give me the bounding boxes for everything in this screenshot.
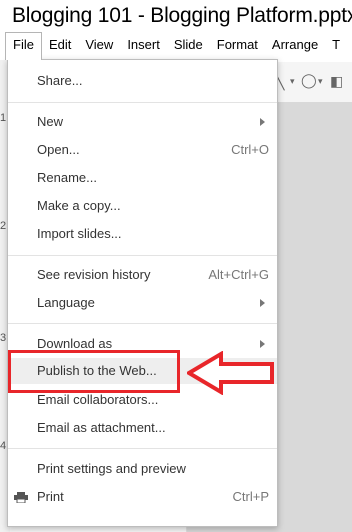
fill-color-icon[interactable]: ◧ xyxy=(330,73,343,90)
menu-item-label: Rename... xyxy=(37,170,97,185)
menu-format[interactable]: Format xyxy=(210,33,265,59)
menu-insert[interactable]: Insert xyxy=(120,33,167,59)
menu-separator xyxy=(8,102,277,103)
menu-item-label: Language xyxy=(37,295,95,310)
menu-separator xyxy=(8,255,277,256)
submenu-arrow-icon xyxy=(260,118,265,126)
dropdown-arrow-icon[interactable]: ▾ xyxy=(290,76,295,87)
menu-item-revision-history[interactable]: See revision history Alt+Ctrl+G xyxy=(8,262,277,288)
menu-item-print[interactable]: Print Ctrl+P xyxy=(8,484,277,510)
menu-item-label: Print xyxy=(37,489,64,504)
printer-icon xyxy=(14,492,28,503)
menu-item-shortcut: Alt+Ctrl+G xyxy=(208,267,269,282)
menu-item-print-settings[interactable]: Print settings and preview xyxy=(8,456,277,482)
menu-item-label: Open... xyxy=(37,142,80,157)
ruler-number: 3 xyxy=(0,332,7,344)
dropdown-arrow-icon[interactable]: ▾ xyxy=(318,76,323,87)
highlight-box-annotation xyxy=(8,350,180,393)
document-title[interactable]: Blogging 101 - Blogging Platform.pptx xyxy=(12,4,352,28)
ruler-number: 1 xyxy=(0,112,7,124)
shape-tool-icon[interactable]: ◯ xyxy=(301,72,317,89)
menu-item-import-slides[interactable]: Import slides... xyxy=(8,221,277,247)
ruler-number: 2 xyxy=(0,220,7,232)
menu-item-label: Import slides... xyxy=(37,226,122,241)
file-menu-dropdown: Share... New Open... Ctrl+O Rename... Ma… xyxy=(7,59,278,527)
menu-item-label: Share... xyxy=(37,73,83,88)
menu-item-label: New xyxy=(37,114,64,129)
menubar: File Edit View Insert Slide Format Arran… xyxy=(0,32,352,60)
menu-tools-truncated[interactable]: T xyxy=(325,33,347,59)
menu-item-shortcut: Ctrl+O xyxy=(231,142,269,157)
menu-item-language[interactable]: Language xyxy=(8,290,277,316)
menu-item-label: See revision history xyxy=(37,267,151,282)
menu-item-new[interactable]: New xyxy=(8,109,277,135)
menu-item-open[interactable]: Open... Ctrl+O xyxy=(8,137,277,163)
menu-separator xyxy=(8,323,277,324)
submenu-arrow-icon xyxy=(260,299,265,307)
arrow-left-outline-icon xyxy=(187,351,274,395)
toolbar-fragment: ╲ ▾ ◯ ▾ ◧ xyxy=(270,62,352,102)
menu-separator xyxy=(8,448,277,449)
menu-item-shortcut: Ctrl+P xyxy=(232,489,269,504)
menu-file[interactable]: File xyxy=(5,32,42,60)
menu-item-label: Make a copy... xyxy=(37,198,121,213)
menu-edit[interactable]: Edit xyxy=(42,33,78,59)
menu-item-share[interactable]: Share... xyxy=(8,68,277,94)
menu-item-label: Print settings and preview xyxy=(37,461,186,476)
menu-item-make-copy[interactable]: Make a copy... xyxy=(8,193,277,219)
ruler-number: 4 xyxy=(0,440,7,452)
menu-item-email-attachment[interactable]: Email as attachment... xyxy=(8,415,277,441)
menu-view[interactable]: View xyxy=(78,33,120,59)
menu-item-label: Email as attachment... xyxy=(37,420,166,435)
menu-slide[interactable]: Slide xyxy=(167,33,210,59)
menu-arrange[interactable]: Arrange xyxy=(265,33,325,59)
menu-item-rename[interactable]: Rename... xyxy=(8,165,277,191)
submenu-arrow-icon xyxy=(260,340,265,348)
